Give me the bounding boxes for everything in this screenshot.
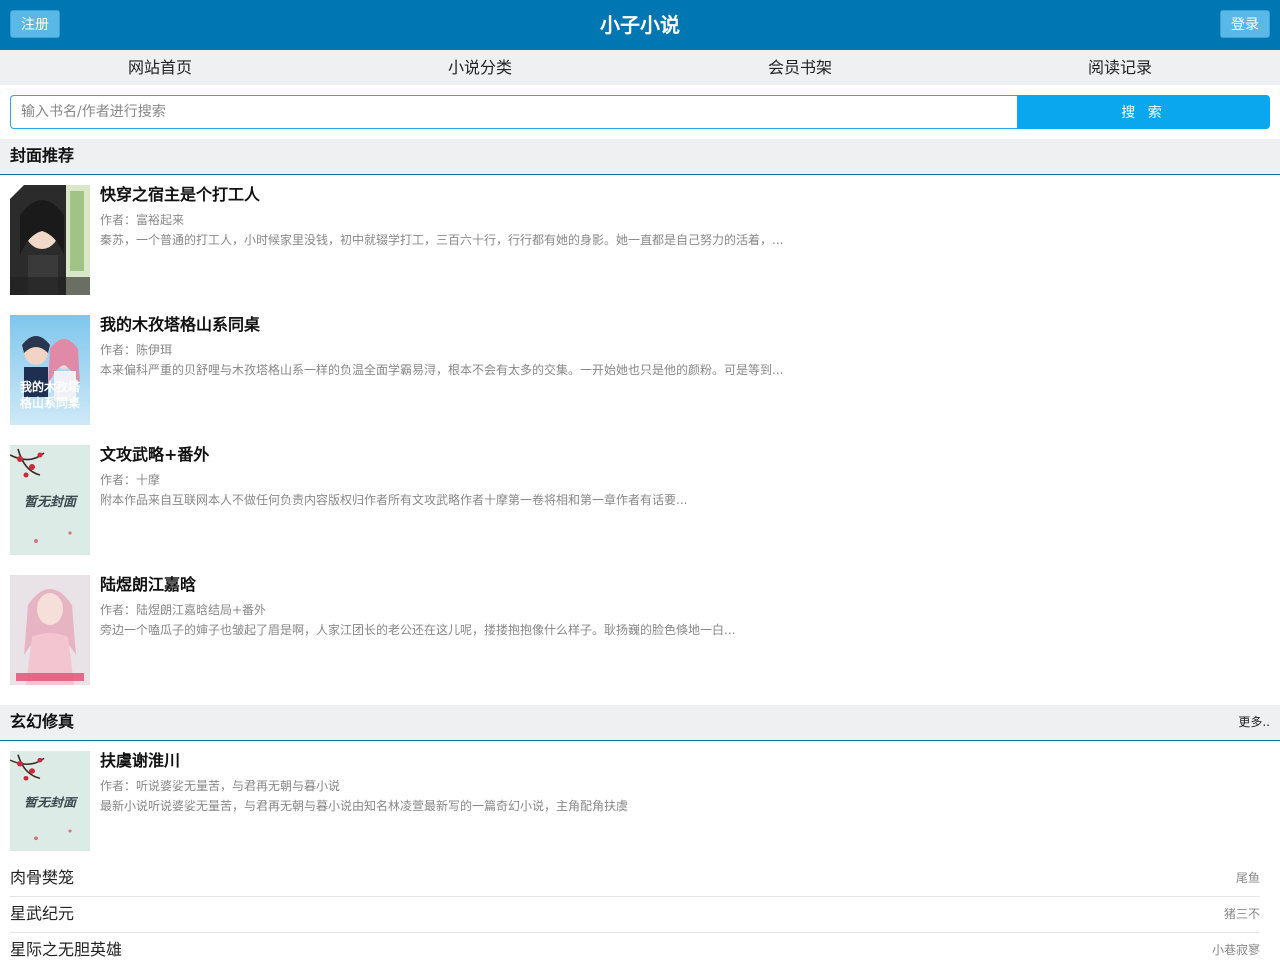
login-button[interactable]: 登录: [1220, 10, 1270, 38]
book-author: 作者：十摩: [100, 473, 161, 487]
list-item[interactable]: 肉骨樊笼 尾鱼: [10, 861, 1260, 897]
book-author: 作者：陆煜朗江嘉晗结局+番外: [100, 603, 267, 617]
xuanhuan-section-header: 玄幻修真 更多..: [0, 705, 1280, 741]
svg-text:格山系同桌: 格山系同桌: [20, 395, 81, 410]
book-title[interactable]: 文攻武略+番外: [100, 445, 209, 465]
book-item[interactable]: 我的木孜塔 格山系同桌 我的木孜塔格山系同桌 作者：陈伊珥 本来偏科严重的贝舒哩…: [10, 315, 1270, 425]
book-title[interactable]: 扶虞谢淮川: [100, 751, 180, 771]
list-item-author: 尾鱼: [1235, 871, 1260, 885]
nav-history[interactable]: 阅读记录: [960, 50, 1280, 85]
featured-section-header: 封面推荐: [0, 139, 1280, 175]
book-author: 作者：陈伊珥: [100, 343, 173, 357]
list-item-author: 小巷寂寥: [1211, 943, 1260, 957]
nav-bookshelf[interactable]: 会员书架: [640, 50, 960, 85]
site-title[interactable]: 小子小说: [0, 0, 1280, 50]
search-input[interactable]: [10, 95, 1017, 129]
book-description: 附本作品来自互联网本人不做任何负责内容版权归作者所有文攻武略作者十摩第一卷将相和…: [100, 493, 688, 507]
book-cover[interactable]: 暂无封面: [10, 751, 90, 861]
book-cover[interactable]: [10, 185, 90, 295]
list-item[interactable]: 星际之无胆英雄 小巷寂寥: [10, 933, 1260, 969]
book-item[interactable]: 暂无封面 文攻武略+番外 作者：十摩 附本作品来自互联网本人不做任何负责内容版权…: [10, 445, 1270, 555]
list-item-author: 猪三不: [1223, 907, 1260, 921]
book-cover[interactable]: 我的木孜塔 格山系同桌: [10, 315, 90, 425]
search-bar: 搜 索: [10, 95, 1270, 129]
nav-categories[interactable]: 小说分类: [320, 50, 640, 85]
list-item-title[interactable]: 肉骨樊笼: [10, 861, 74, 895]
nav-home[interactable]: 网站首页: [0, 50, 320, 85]
book-title[interactable]: 我的木孜塔格山系同桌: [100, 315, 260, 335]
book-title[interactable]: 陆煜朗江嘉晗: [100, 575, 196, 595]
list-item-title[interactable]: 星武纪元: [10, 897, 74, 931]
book-item[interactable]: 快穿之宿主是个打工人 作者：富裕起来 秦苏，一个普通的打工人，小时候家里没钱，初…: [10, 185, 1270, 295]
more-link[interactable]: 更多..: [1238, 705, 1270, 739]
book-cover[interactable]: [10, 575, 90, 685]
search-button[interactable]: 搜 索: [1017, 95, 1270, 129]
list-item[interactable]: 星武纪元 猪三不: [10, 897, 1260, 933]
cover-placeholder-text: 暂无封面: [24, 795, 79, 809]
book-item[interactable]: 陆煜朗江嘉晗 作者：陆煜朗江嘉晗结局+番外 旁边一个嗑瓜子的婶子也皱起了眉是啊，…: [10, 575, 1270, 685]
top-header: 注册 小子小说 登录: [0, 0, 1280, 50]
book-cover[interactable]: 暂无封面: [10, 445, 90, 555]
list-item-title[interactable]: 星际之无胆英雄: [10, 933, 122, 967]
book-description: 最新小说听说婆娑无量苦，与君再无朝与暮小说由知名林凌萱最新写的一篇奇幻小说，主角…: [100, 799, 629, 813]
section-title: 封面推荐: [10, 146, 75, 165]
book-description: 旁边一个嗑瓜子的婶子也皱起了眉是啊，人家江团长的老公还在这儿呢，搂搂抱抱像什么样…: [100, 623, 736, 637]
section-title: 玄幻修真: [10, 712, 75, 731]
svg-text:我的木孜塔: 我的木孜塔: [20, 379, 81, 394]
book-title[interactable]: 快穿之宿主是个打工人: [100, 185, 260, 205]
book-author: 作者：富裕起来: [100, 213, 185, 227]
book-item[interactable]: 暂无封面 扶虞谢淮川 作者：听说婆娑无量苦，与君再无朝与暮小说 最新小说听说婆娑…: [10, 751, 1270, 861]
book-description: 本来偏科严重的贝舒哩与木孜塔格山系一样的负温全面学霸易浔，根本不会有太多的交集。…: [100, 363, 784, 377]
book-description: 秦苏，一个普通的打工人，小时候家里没钱，初中就辍学打工，三百六十行，行行都有她的…: [100, 233, 784, 247]
cover-placeholder-text: 暂无封面: [24, 494, 79, 510]
main-nav: 网站首页 小说分类 会员书架 阅读记录: [0, 50, 1280, 85]
book-author: 作者：听说婆娑无量苦，与君再无朝与暮小说: [100, 779, 341, 793]
